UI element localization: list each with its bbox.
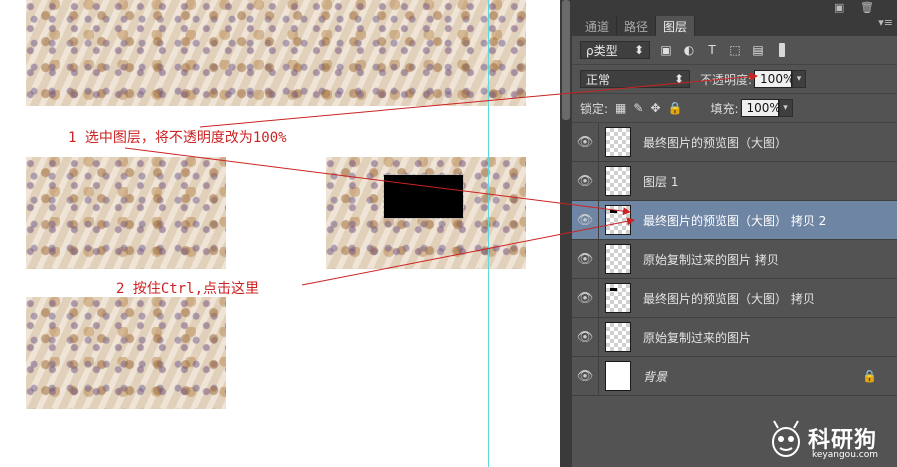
layer-name[interactable]: 最终图片的预览图（大图） xyxy=(643,134,787,151)
lock-row: 锁定: ▦ ✎ ✥ 🔒 填充: 100% ▾ xyxy=(572,94,897,123)
tissue-image-bottom xyxy=(26,297,226,409)
canvas-scroll-thumb[interactable] xyxy=(562,0,570,120)
opacity-label: 不透明度: xyxy=(700,72,753,87)
filter-kind-label: ρ类型 xyxy=(586,43,618,58)
selection-black-rectangle xyxy=(383,174,464,219)
lock-move-icon[interactable]: ✥ xyxy=(650,101,660,115)
document-canvas[interactable]: 1 选中图层，将不透明度改为100% 2 按住Ctrl,点击这里 xyxy=(0,0,560,467)
fill-label: 填充: xyxy=(710,101,739,116)
tab-paths[interactable]: 路径 xyxy=(617,16,657,36)
visibility-eye-icon[interactable]: 👁 xyxy=(572,135,598,150)
layer-name[interactable]: 原始复制过来的图片 拷贝 xyxy=(643,251,779,268)
visibility-eye-icon[interactable]: 👁 xyxy=(572,174,598,189)
layer-thumbnail[interactable] xyxy=(605,244,631,274)
tissue-image-top xyxy=(26,0,526,106)
lock-all-icon[interactable]: 🔒 xyxy=(668,101,683,115)
lock-label: 锁定: xyxy=(580,101,609,116)
layers-panel: ▣ 🗑 通道 路径 图层 ▾≡ ρ类型 ⬍ ▣ ◐ T ⬚ ▤ 正常 ⬍ 不透明… xyxy=(572,0,897,467)
panel-tabs: 通道 路径 图层 ▾≡ xyxy=(572,16,897,36)
layer-name[interactable]: 最终图片的预览图（大图） 拷贝 2 xyxy=(643,212,826,229)
layer-name[interactable]: 原始复制过来的图片 xyxy=(643,329,751,346)
layer-name[interactable]: 背景 xyxy=(643,368,667,385)
layer-row[interactable]: 👁 原始复制过来的图片 拷贝 xyxy=(572,240,897,279)
guide-line xyxy=(488,0,489,467)
updown-icon: ⬍ xyxy=(633,43,644,57)
layer-name[interactable]: 最终图片的预览图（大图） 拷贝 xyxy=(643,290,815,307)
layer-thumbnail[interactable] xyxy=(605,283,631,313)
visibility-eye-icon[interactable]: 👁 xyxy=(572,291,598,306)
adjustment-filter-icon[interactable]: ◐ xyxy=(682,43,696,57)
mascot-logo-icon xyxy=(772,420,800,457)
updown-icon: ⬍ xyxy=(673,72,684,86)
visibility-eye-icon[interactable]: 👁 xyxy=(572,330,598,345)
new-layer-icon[interactable]: ▣ xyxy=(834,1,844,14)
layer-lock-icon: 🔒 xyxy=(862,369,877,383)
fill-input[interactable]: 100% xyxy=(740,99,781,117)
keyangou-watermark: 科研狗 keyangou.com xyxy=(768,418,893,464)
blend-mode-value: 正常 xyxy=(586,72,611,87)
visibility-eye-icon[interactable]: 👁 xyxy=(572,252,598,267)
visibility-eye-icon[interactable]: 👁 xyxy=(572,369,598,384)
watermark-url: keyangou.com xyxy=(812,450,878,460)
fill-dropdown[interactable]: ▾ xyxy=(778,99,793,117)
shape-filter-icon[interactable]: ⬚ xyxy=(728,43,742,57)
visibility-eye-icon[interactable]: 👁 xyxy=(572,213,598,228)
layer-thumbnail-target[interactable] xyxy=(605,205,631,235)
filter-row: ρ类型 ⬍ ▣ ◐ T ⬚ ▤ xyxy=(572,36,897,65)
blend-mode-select[interactable]: 正常 ⬍ xyxy=(580,70,690,88)
opacity-dropdown[interactable]: ▾ xyxy=(792,70,807,88)
layer-row[interactable]: 👁 最终图片的预览图（大图） xyxy=(572,123,897,162)
tissue-image-left xyxy=(26,157,226,269)
trash-icon[interactable]: 🗑 xyxy=(860,1,874,14)
filter-toggle[interactable] xyxy=(779,43,785,57)
blend-row: 正常 ⬍ 不透明度: 100% ▾ xyxy=(572,65,897,94)
layer-thumbnail[interactable] xyxy=(605,361,631,391)
layer-row-background[interactable]: 👁 背景 🔒 xyxy=(572,357,897,396)
layer-name[interactable]: 图层 1 xyxy=(643,173,678,190)
tab-layers[interactable]: 图层 xyxy=(656,16,696,36)
lock-transparent-icon[interactable]: ▦ xyxy=(615,101,626,115)
type-filter-icon[interactable]: T xyxy=(705,43,719,57)
layer-thumbnail[interactable] xyxy=(605,127,631,157)
layer-row[interactable]: 👁 图层 1 xyxy=(572,162,897,201)
annotation-step1: 1 选中图层，将不透明度改为100% xyxy=(68,130,287,146)
layer-row[interactable]: 👁 最终图片的预览图（大图） 拷贝 xyxy=(572,279,897,318)
panel-menu-icon[interactable]: ▾≡ xyxy=(878,16,897,36)
lock-paint-icon[interactable]: ✎ xyxy=(633,101,643,115)
layer-row[interactable]: 👁 原始复制过来的图片 xyxy=(572,318,897,357)
layer-row-selected[interactable]: 👁 最终图片的预览图（大图） 拷贝 2 xyxy=(572,201,897,240)
smart-object-filter-icon[interactable]: ▤ xyxy=(751,43,765,57)
layer-thumbnail[interactable] xyxy=(605,166,631,196)
pixel-filter-icon[interactable]: ▣ xyxy=(659,43,673,57)
panel-top-strip: ▣ 🗑 xyxy=(572,0,897,16)
tab-channels[interactable]: 通道 xyxy=(578,16,618,36)
annotation-step2: 2 按住Ctrl,点击这里 xyxy=(116,281,260,297)
opacity-input[interactable]: 100% xyxy=(754,70,794,88)
layer-thumbnail[interactable] xyxy=(605,322,631,352)
filter-kind-select[interactable]: ρ类型 ⬍ xyxy=(580,41,650,59)
